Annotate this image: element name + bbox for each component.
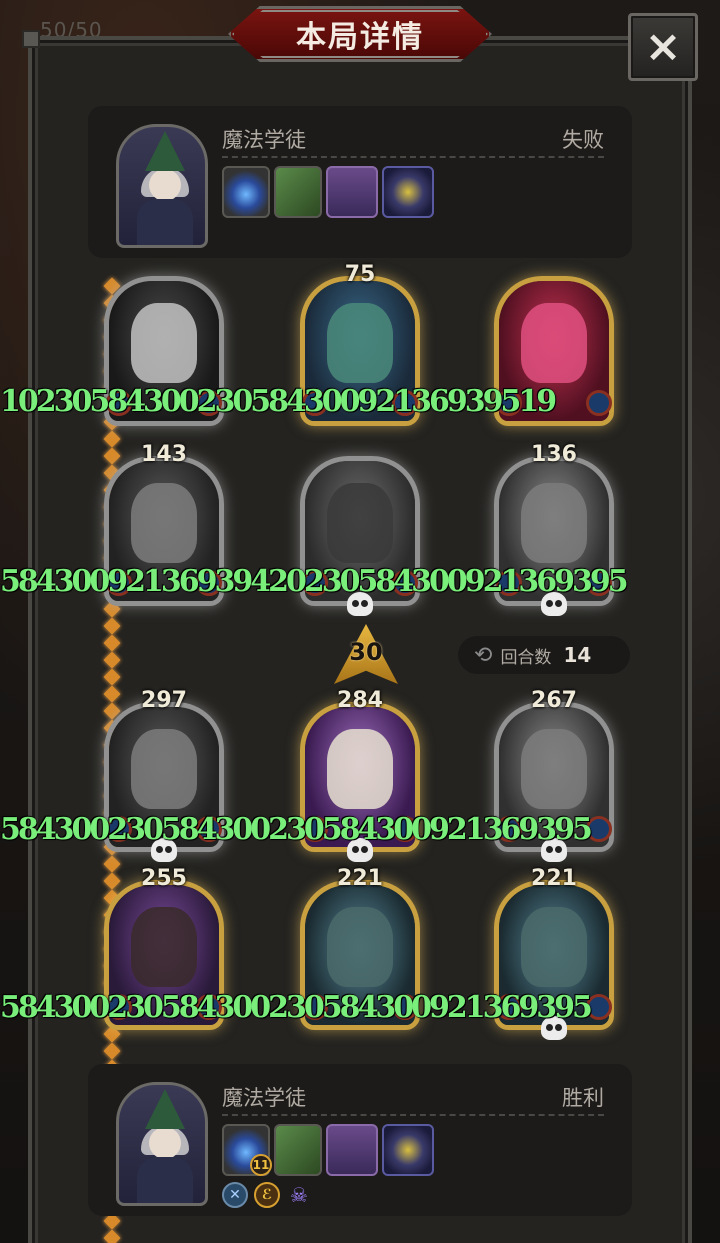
damage-numbers-row-1: 1023058430023058430092136939519 bbox=[0, 384, 557, 419]
unit-hp: 75 bbox=[344, 262, 376, 287]
loop-icon: ⟲ bbox=[474, 642, 493, 668]
timeline-dot bbox=[103, 1229, 121, 1243]
dialog-title: 本局详情 bbox=[296, 20, 424, 55]
ghost-creature-icon bbox=[131, 303, 197, 383]
timeline-dot bbox=[103, 668, 121, 686]
opponent-name: 魔法学徒 bbox=[222, 128, 306, 152]
fish-creature-icon bbox=[521, 907, 587, 987]
timeline-dot bbox=[103, 634, 121, 652]
close-icon: × bbox=[644, 21, 682, 72]
feast-card-icon[interactable] bbox=[326, 166, 378, 218]
close-button[interactable]: × bbox=[628, 13, 698, 81]
demon-creature-icon bbox=[131, 483, 197, 563]
unit-hp: 221 bbox=[337, 866, 383, 891]
unit-hp: 284 bbox=[337, 688, 383, 713]
opponent-panel: 魔法学徒 失败 bbox=[88, 106, 632, 258]
unit-hp: 136 bbox=[531, 442, 577, 467]
damage-numbers-row-4: 584300230584300230584300921369395 bbox=[0, 990, 593, 1025]
round-counter-value: 14 bbox=[563, 643, 592, 667]
fireworks-card-icon[interactable] bbox=[382, 166, 434, 218]
player-status-effects: ✕ ℰ ☠ bbox=[222, 1182, 312, 1208]
crystal-orb-icon[interactable] bbox=[222, 166, 270, 218]
dragon-creature-icon bbox=[521, 483, 587, 563]
player-result: 胜利 bbox=[562, 1086, 604, 1110]
item-level-badge: 11 bbox=[250, 1154, 272, 1176]
feast-card-icon[interactable] bbox=[326, 1124, 378, 1176]
round-counter-label: 回合数 bbox=[500, 647, 552, 668]
timeline-dot bbox=[103, 617, 121, 635]
crystal-orb-icon[interactable]: 11 bbox=[222, 1124, 272, 1176]
skull-creature-icon bbox=[327, 729, 393, 809]
timeline-dot bbox=[103, 855, 121, 873]
purple-skull-icon[interactable]: ☠ bbox=[286, 1182, 312, 1208]
timeline-dot bbox=[103, 1042, 121, 1060]
timeline-dot bbox=[103, 685, 121, 703]
octo-creature-icon bbox=[327, 303, 393, 383]
opponent-items bbox=[222, 166, 434, 218]
frame-corner bbox=[22, 30, 40, 48]
timeline-dot bbox=[103, 651, 121, 669]
unit-hp: 267 bbox=[531, 688, 577, 713]
player-items: 11 bbox=[222, 1124, 434, 1176]
spellbook-icon[interactable] bbox=[274, 166, 322, 218]
opponent-result: 失败 bbox=[562, 128, 604, 152]
player-panel: 魔法学徒 胜利 11 ✕ ℰ ☠ bbox=[88, 1064, 632, 1216]
unit-hp: 255 bbox=[141, 866, 187, 891]
owl-creature-icon bbox=[327, 483, 393, 563]
divider bbox=[222, 1114, 604, 1116]
damage-numbers-row-2: 58430092136939420230584300921369395 bbox=[0, 564, 629, 599]
round-counter: ⟲ 回合数 14 bbox=[458, 636, 630, 674]
unit-hp: 143 bbox=[141, 442, 187, 467]
player-avatar[interactable] bbox=[116, 1082, 208, 1206]
timeline-dot bbox=[103, 430, 121, 448]
fish-creature-icon bbox=[327, 907, 393, 987]
demon-creature-icon bbox=[131, 729, 197, 809]
player-name: 魔法学徒 bbox=[222, 1086, 306, 1110]
gold-coin-icon[interactable]: ℰ bbox=[254, 1182, 280, 1208]
damage-numbers-row-3: 584300230584300230584300921369395 bbox=[0, 812, 593, 847]
dialog-title-banner: 本局详情 bbox=[228, 6, 492, 62]
fireworks-card-icon[interactable] bbox=[382, 1124, 434, 1176]
jester-creature-icon bbox=[521, 303, 587, 383]
unit-hp: 297 bbox=[141, 688, 187, 713]
current-round: 30 bbox=[349, 638, 383, 666]
opponent-avatar[interactable] bbox=[116, 124, 208, 248]
unit-hp: 221 bbox=[531, 866, 577, 891]
divider bbox=[222, 156, 604, 158]
spellbook-icon[interactable] bbox=[274, 1124, 322, 1176]
hood-creature-icon bbox=[131, 907, 197, 987]
dragon-creature-icon bbox=[521, 729, 587, 809]
crossed-swords-icon[interactable]: ✕ bbox=[222, 1182, 248, 1208]
